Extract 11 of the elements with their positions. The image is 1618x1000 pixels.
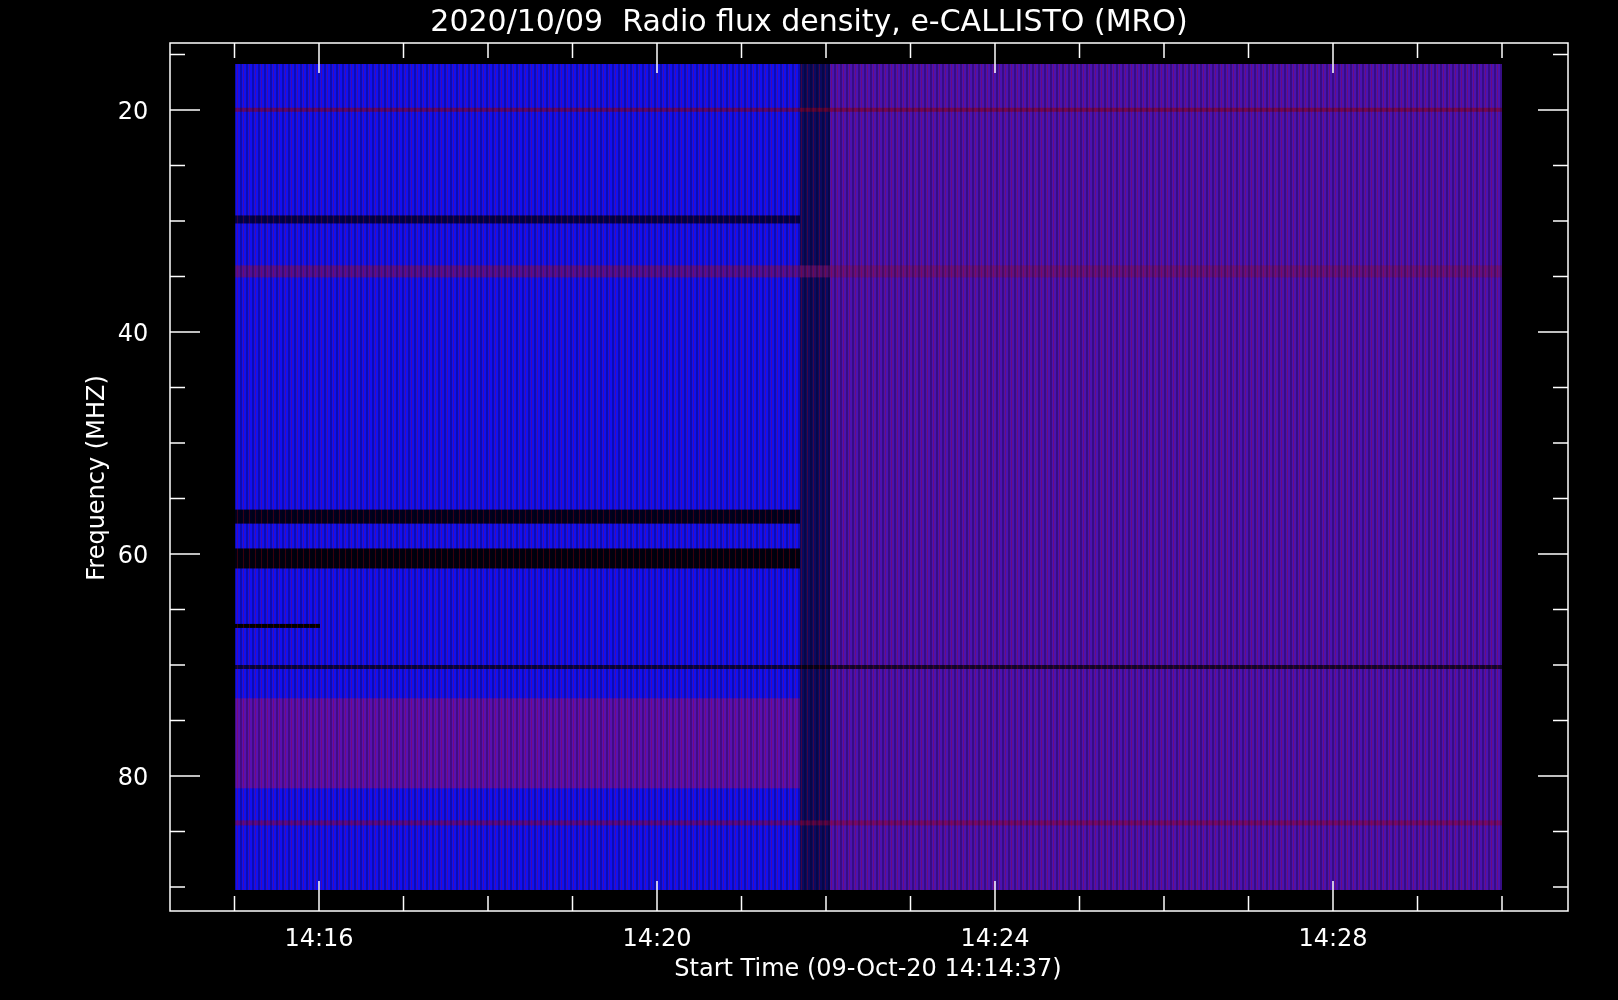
- y-tick-label: 40: [117, 319, 149, 347]
- x-axis-label: Start Time (09-Oct-20 14:14:37): [674, 954, 1062, 982]
- y-tick-label: 20: [117, 97, 149, 125]
- chart-title: 2020/10/09 Radio flux density, e-CALLISTO (MRO): [430, 3, 1188, 38]
- y-tick-label: 60: [117, 541, 149, 569]
- y-axis-label: Frequency (MHZ): [82, 375, 110, 581]
- y-tick-label: 80: [117, 763, 149, 791]
- x-tick-label: 14:24: [960, 924, 1030, 952]
- x-tick-label: 14:20: [622, 924, 692, 952]
- x-tick-label: 14:16: [284, 924, 354, 952]
- x-tick-label: 14:28: [1298, 924, 1368, 952]
